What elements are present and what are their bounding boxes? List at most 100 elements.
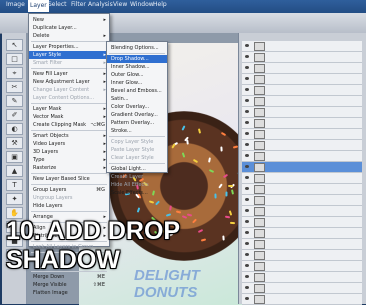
layer-menu-item-video-layers[interactable]: Video Layers ▸ xyxy=(29,140,109,148)
menu-layer[interactable]: Layer xyxy=(28,0,49,12)
layer-menu-item-type[interactable]: Type ▸ xyxy=(29,156,109,164)
layer-row[interactable] xyxy=(242,41,362,52)
menu-help[interactable]: Help xyxy=(153,1,167,8)
gradient-tool-icon[interactable]: ▲ xyxy=(6,165,23,177)
pen-tool-icon[interactable]: ✦ xyxy=(6,193,23,205)
style-menu-item-outer-glow[interactable]: Outer Glow... xyxy=(107,71,167,79)
visibility-eye-icon[interactable] xyxy=(245,99,249,102)
layer-menu-item-new-layer-based-slice[interactable]: New Layer Based Slice xyxy=(29,175,109,183)
layer-row[interactable] xyxy=(242,140,362,151)
visibility-eye-icon[interactable] xyxy=(245,66,249,69)
layer-menu-item-create-clipping-mask[interactable]: Create Clipping Mask ⌥⌘G xyxy=(29,121,109,129)
layer-menu-item-delete[interactable]: Delete ▸ xyxy=(29,32,109,40)
layer-row[interactable] xyxy=(242,96,362,107)
visibility-eye-icon[interactable] xyxy=(245,121,249,124)
layer-row[interactable] xyxy=(242,239,362,250)
eraser-tool-icon[interactable]: ▣ xyxy=(6,151,23,163)
visibility-eye-icon[interactable] xyxy=(245,253,249,256)
style-menu-item-create-layer[interactable]: Create Layer xyxy=(107,173,167,181)
layer-row[interactable] xyxy=(242,228,362,239)
layer-row[interactable] xyxy=(242,283,362,294)
visibility-eye-icon[interactable] xyxy=(245,242,249,245)
style-menu-item-gradient-overlay[interactable]: Gradient Overlay... xyxy=(107,111,167,119)
layer-row[interactable] xyxy=(242,85,362,96)
visibility-eye-icon[interactable] xyxy=(245,154,249,157)
type-tool-icon[interactable]: T xyxy=(6,179,23,191)
layer-row[interactable] xyxy=(242,162,362,173)
pencil-tool-icon[interactable]: ✐ xyxy=(6,109,23,121)
layer-menu-item-merge-visible[interactable]: Merge Visible ⇧⌘E xyxy=(29,281,109,289)
visibility-eye-icon[interactable] xyxy=(245,165,249,168)
style-menu-item-scale-effects[interactable]: Scale Effects... xyxy=(107,189,167,197)
layer-row[interactable] xyxy=(242,206,362,217)
brush-tool-icon[interactable]: ✎ xyxy=(6,95,23,107)
layer-row[interactable] xyxy=(242,118,362,129)
layer-menu-item-vector-mask[interactable]: Vector Mask ▸ xyxy=(29,113,109,121)
stamp-tool-icon[interactable]: ⚒ xyxy=(6,137,23,149)
visibility-eye-icon[interactable] xyxy=(245,143,249,146)
visibility-eye-icon[interactable] xyxy=(245,220,249,223)
visibility-eye-icon[interactable] xyxy=(245,286,249,289)
menu-filter[interactable]: Filter xyxy=(71,1,86,8)
style-menu-item-drop-shadow[interactable]: Drop Shadow... xyxy=(107,55,167,63)
layer-menu-item-duplicate-layer[interactable]: Duplicate Layer... xyxy=(29,24,109,32)
layer-menu-item-change-layer-content[interactable]: Change Layer Content ▸ xyxy=(29,86,109,94)
layer-menu-item-hide-layers[interactable]: Hide Layers xyxy=(29,202,109,210)
layer-row[interactable] xyxy=(242,184,362,195)
visibility-eye-icon[interactable] xyxy=(245,198,249,201)
layer-row[interactable] xyxy=(242,195,362,206)
menu-image[interactable]: Image xyxy=(6,1,25,8)
layer-row[interactable] xyxy=(242,74,362,85)
layer-menu-item-smart-objects[interactable]: Smart Objects ▸ xyxy=(29,132,109,140)
layer-row[interactable] xyxy=(242,294,362,305)
layer-menu-item-smart-filter[interactable]: Smart Filter ▸ xyxy=(29,59,109,67)
menu-view[interactable]: View xyxy=(113,1,127,8)
visibility-eye-icon[interactable] xyxy=(245,275,249,278)
layer-menu-item-layer-content-options[interactable]: Layer Content Options... xyxy=(29,94,109,102)
layer-menu-item-layer-style[interactable]: Layer Style ▸ xyxy=(29,51,109,59)
marquee-tool-icon[interactable]: □ xyxy=(6,53,23,65)
style-menu-item-hide-all-effects[interactable]: Hide All Effects xyxy=(107,181,167,189)
style-menu-item-copy-layer-style[interactable]: Copy Layer Style xyxy=(107,138,167,146)
style-menu-item-satin[interactable]: Satin... xyxy=(107,95,167,103)
layer-row[interactable] xyxy=(242,173,362,184)
style-menu-item-inner-shadow[interactable]: Inner Shadow... xyxy=(107,63,167,71)
layer-row[interactable] xyxy=(242,129,362,140)
move-tool-icon[interactable]: ↖ xyxy=(6,39,23,51)
layer-menu-item-flatten-image[interactable]: Flatten Image xyxy=(29,289,109,297)
layer-menu-item-3d-layers[interactable]: 3D Layers ▸ xyxy=(29,148,109,156)
layer-row[interactable] xyxy=(242,272,362,283)
style-menu-item-global-light[interactable]: Global Light... xyxy=(107,165,167,173)
style-menu-item-paste-layer-style[interactable]: Paste Layer Style xyxy=(107,146,167,154)
visibility-eye-icon[interactable] xyxy=(245,264,249,267)
menu-select[interactable]: Select xyxy=(48,1,67,8)
menu-analysis[interactable]: Analysis xyxy=(88,1,113,8)
style-menu-item-stroke[interactable]: Stroke... xyxy=(107,127,167,135)
visibility-eye-icon[interactable] xyxy=(245,77,249,80)
layer-row[interactable] xyxy=(242,52,362,63)
style-menu-item-clear-layer-style[interactable]: Clear Layer Style xyxy=(107,154,167,162)
layer-row[interactable] xyxy=(242,151,362,162)
visibility-eye-icon[interactable] xyxy=(245,209,249,212)
menu-window[interactable]: Window xyxy=(130,1,154,8)
visibility-eye-icon[interactable] xyxy=(245,297,249,300)
layer-menu-item-group-layers[interactable]: Group Layers ⌘G xyxy=(29,186,109,194)
layer-menu-item-ungroup-layers[interactable]: Ungroup Layers xyxy=(29,194,109,202)
layer-menu-item-layer-properties[interactable]: Layer Properties... xyxy=(29,43,109,51)
lasso-tool-icon[interactable]: ⌖ xyxy=(6,67,23,79)
layer-row[interactable] xyxy=(242,217,362,228)
dodge-tool-icon[interactable]: ◐ xyxy=(6,123,23,135)
layer-row[interactable] xyxy=(242,63,362,74)
style-menu-item-bevel-and-emboss[interactable]: Bevel and Emboss... xyxy=(107,87,167,95)
style-menu-item-color-overlay[interactable]: Color Overlay... xyxy=(107,103,167,111)
style-menu-item-blending-options[interactable]: Blending Options... xyxy=(107,44,167,52)
visibility-eye-icon[interactable] xyxy=(245,231,249,234)
visibility-eye-icon[interactable] xyxy=(245,132,249,135)
visibility-eye-icon[interactable] xyxy=(245,55,249,58)
style-menu-item-pattern-overlay[interactable]: Pattern Overlay... xyxy=(107,119,167,127)
visibility-eye-icon[interactable] xyxy=(245,176,249,179)
visibility-eye-icon[interactable] xyxy=(245,44,249,47)
crop-tool-icon[interactable]: ✂ xyxy=(6,81,23,93)
visibility-eye-icon[interactable] xyxy=(245,187,249,190)
style-menu-item-inner-glow[interactable]: Inner Glow... xyxy=(107,79,167,87)
